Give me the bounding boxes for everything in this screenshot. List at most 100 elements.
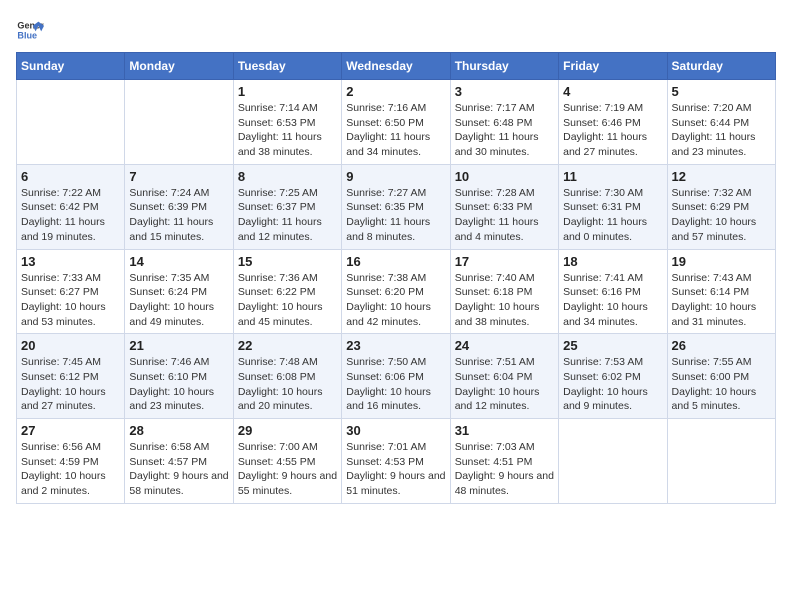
- day-number: 31: [455, 423, 554, 438]
- day-info: Sunrise: 7:03 AMSunset: 4:51 PMDaylight:…: [455, 440, 554, 499]
- day-number: 29: [238, 423, 337, 438]
- day-info: Sunrise: 6:56 AMSunset: 4:59 PMDaylight:…: [21, 440, 120, 499]
- day-info: Sunrise: 7:16 AMSunset: 6:50 PMDaylight:…: [346, 101, 445, 160]
- day-number: 22: [238, 338, 337, 353]
- calendar-cell: 1 Sunrise: 7:14 AMSunset: 6:53 PMDaylight…: [233, 80, 341, 165]
- calendar-cell: 6 Sunrise: 7:22 AMSunset: 6:42 PMDaylight…: [17, 164, 125, 249]
- day-number: 17: [455, 254, 554, 269]
- day-info: Sunrise: 6:58 AMSunset: 4:57 PMDaylight:…: [129, 440, 228, 499]
- day-number: 8: [238, 169, 337, 184]
- logo: General Blue: [16, 16, 44, 44]
- calendar-cell: 30 Sunrise: 7:01 AMSunset: 4:53 PMDayligh…: [342, 419, 450, 504]
- calendar-cell: 5 Sunrise: 7:20 AMSunset: 6:44 PMDaylight…: [667, 80, 775, 165]
- calendar-cell: 18 Sunrise: 7:41 AMSunset: 6:16 PMDayligh…: [559, 249, 667, 334]
- day-info: Sunrise: 7:22 AMSunset: 6:42 PMDaylight:…: [21, 186, 120, 245]
- day-info: Sunrise: 7:28 AMSunset: 6:33 PMDaylight:…: [455, 186, 554, 245]
- calendar-cell: 23 Sunrise: 7:50 AMSunset: 6:06 PMDayligh…: [342, 334, 450, 419]
- column-header-monday: Monday: [125, 53, 233, 80]
- day-info: Sunrise: 7:50 AMSunset: 6:06 PMDaylight:…: [346, 355, 445, 414]
- day-info: Sunrise: 7:33 AMSunset: 6:27 PMDaylight:…: [21, 271, 120, 330]
- week-row-2: 6 Sunrise: 7:22 AMSunset: 6:42 PMDaylight…: [17, 164, 776, 249]
- calendar-cell: [17, 80, 125, 165]
- day-number: 14: [129, 254, 228, 269]
- day-number: 7: [129, 169, 228, 184]
- day-number: 6: [21, 169, 120, 184]
- day-info: Sunrise: 7:48 AMSunset: 6:08 PMDaylight:…: [238, 355, 337, 414]
- calendar-cell: 31 Sunrise: 7:03 AMSunset: 4:51 PMDayligh…: [450, 419, 558, 504]
- day-number: 26: [672, 338, 771, 353]
- day-info: Sunrise: 7:45 AMSunset: 6:12 PMDaylight:…: [21, 355, 120, 414]
- day-info: Sunrise: 7:14 AMSunset: 6:53 PMDaylight:…: [238, 101, 337, 160]
- day-number: 12: [672, 169, 771, 184]
- day-info: Sunrise: 7:53 AMSunset: 6:02 PMDaylight:…: [563, 355, 662, 414]
- calendar-cell: 20 Sunrise: 7:45 AMSunset: 6:12 PMDayligh…: [17, 334, 125, 419]
- calendar-cell: 26 Sunrise: 7:55 AMSunset: 6:00 PMDayligh…: [667, 334, 775, 419]
- day-number: 3: [455, 84, 554, 99]
- day-number: 18: [563, 254, 662, 269]
- day-number: 9: [346, 169, 445, 184]
- calendar-cell: 25 Sunrise: 7:53 AMSunset: 6:02 PMDayligh…: [559, 334, 667, 419]
- calendar-cell: 14Sunrise: 7:35 AMSunset: 6:24 PMDayligh…: [125, 249, 233, 334]
- day-info: Sunrise: 7:41 AMSunset: 6:16 PMDaylight:…: [563, 271, 662, 330]
- calendar-cell: 24 Sunrise: 7:51 AMSunset: 6:04 PMDayligh…: [450, 334, 558, 419]
- day-info: Sunrise: 7:55 AMSunset: 6:00 PMDaylight:…: [672, 355, 771, 414]
- calendar-cell: 9 Sunrise: 7:27 AMSunset: 6:35 PMDaylight…: [342, 164, 450, 249]
- day-info: Sunrise: 7:25 AMSunset: 6:37 PMDaylight:…: [238, 186, 337, 245]
- day-number: 23: [346, 338, 445, 353]
- calendar-cell: 29 Sunrise: 7:00 AMSunset: 4:55 PMDayligh…: [233, 419, 341, 504]
- day-info: Sunrise: 7:01 AMSunset: 4:53 PMDaylight:…: [346, 440, 445, 499]
- day-info: Sunrise: 7:46 AMSunset: 6:10 PMDaylight:…: [129, 355, 228, 414]
- day-number: 1: [238, 84, 337, 99]
- column-header-thursday: Thursday: [450, 53, 558, 80]
- day-info: Sunrise: 7:30 AMSunset: 6:31 PMDaylight:…: [563, 186, 662, 245]
- day-info: Sunrise: 7:00 AMSunset: 4:55 PMDaylight:…: [238, 440, 337, 499]
- day-number: 30: [346, 423, 445, 438]
- calendar-cell: 4 Sunrise: 7:19 AMSunset: 6:46 PMDaylight…: [559, 80, 667, 165]
- day-number: 10: [455, 169, 554, 184]
- day-info: Sunrise: 7:24 AMSunset: 6:39 PMDaylight:…: [129, 186, 228, 245]
- day-info: Sunrise: 7:38 AMSunset: 6:20 PMDaylight:…: [346, 271, 445, 330]
- week-row-5: 27 Sunrise: 6:56 AMSunset: 4:59 PMDayligh…: [17, 419, 776, 504]
- week-row-3: 13 Sunrise: 7:33 AMSunset: 6:27 PMDayligh…: [17, 249, 776, 334]
- calendar-cell: 21 Sunrise: 7:46 AMSunset: 6:10 PMDayligh…: [125, 334, 233, 419]
- calendar-cell: 3Sunrise: 7:17 AMSunset: 6:48 PMDaylight…: [450, 80, 558, 165]
- day-number: 4: [563, 84, 662, 99]
- column-header-tuesday: Tuesday: [233, 53, 341, 80]
- day-info: Sunrise: 7:20 AMSunset: 6:44 PMDaylight:…: [672, 101, 771, 160]
- day-number: 25: [563, 338, 662, 353]
- day-number: 21: [129, 338, 228, 353]
- logo-icon: General Blue: [16, 16, 44, 44]
- day-number: 20: [21, 338, 120, 353]
- calendar-cell: [125, 80, 233, 165]
- day-info: Sunrise: 7:27 AMSunset: 6:35 PMDaylight:…: [346, 186, 445, 245]
- day-info: Sunrise: 7:32 AMSunset: 6:29 PMDaylight:…: [672, 186, 771, 245]
- header-row: SundayMondayTuesdayWednesdayThursdayFrid…: [17, 53, 776, 80]
- day-info: Sunrise: 7:51 AMSunset: 6:04 PMDaylight:…: [455, 355, 554, 414]
- day-info: Sunrise: 7:36 AMSunset: 6:22 PMDaylight:…: [238, 271, 337, 330]
- day-info: Sunrise: 7:19 AMSunset: 6:46 PMDaylight:…: [563, 101, 662, 160]
- day-number: 13: [21, 254, 120, 269]
- calendar-cell: 22 Sunrise: 7:48 AMSunset: 6:08 PMDayligh…: [233, 334, 341, 419]
- calendar-table: SundayMondayTuesdayWednesdayThursdayFrid…: [16, 52, 776, 504]
- calendar-cell: 10 Sunrise: 7:28 AMSunset: 6:33 PMDayligh…: [450, 164, 558, 249]
- calendar-cell: 27 Sunrise: 6:56 AMSunset: 4:59 PMDayligh…: [17, 419, 125, 504]
- svg-text:Blue: Blue: [17, 30, 37, 40]
- day-number: 24: [455, 338, 554, 353]
- week-row-4: 20 Sunrise: 7:45 AMSunset: 6:12 PMDayligh…: [17, 334, 776, 419]
- day-number: 27: [21, 423, 120, 438]
- column-header-friday: Friday: [559, 53, 667, 80]
- calendar-cell: 15 Sunrise: 7:36 AMSunset: 6:22 PMDayligh…: [233, 249, 341, 334]
- day-number: 15: [238, 254, 337, 269]
- calendar-cell: 19 Sunrise: 7:43 AMSunset: 6:14 PMDayligh…: [667, 249, 775, 334]
- column-header-sunday: Sunday: [17, 53, 125, 80]
- day-number: 11: [563, 169, 662, 184]
- calendar-cell: 2 Sunrise: 7:16 AMSunset: 6:50 PMDaylight…: [342, 80, 450, 165]
- calendar-cell: 7 Sunrise: 7:24 AMSunset: 6:39 PMDaylight…: [125, 164, 233, 249]
- day-info: Sunrise: 7:43 AMSunset: 6:14 PMDaylight:…: [672, 271, 771, 330]
- calendar-cell: [667, 419, 775, 504]
- day-number: 19: [672, 254, 771, 269]
- day-number: 5: [672, 84, 771, 99]
- column-header-saturday: Saturday: [667, 53, 775, 80]
- calendar-cell: 17Sunrise: 7:40 AMSunset: 6:18 PMDayligh…: [450, 249, 558, 334]
- day-number: 2: [346, 84, 445, 99]
